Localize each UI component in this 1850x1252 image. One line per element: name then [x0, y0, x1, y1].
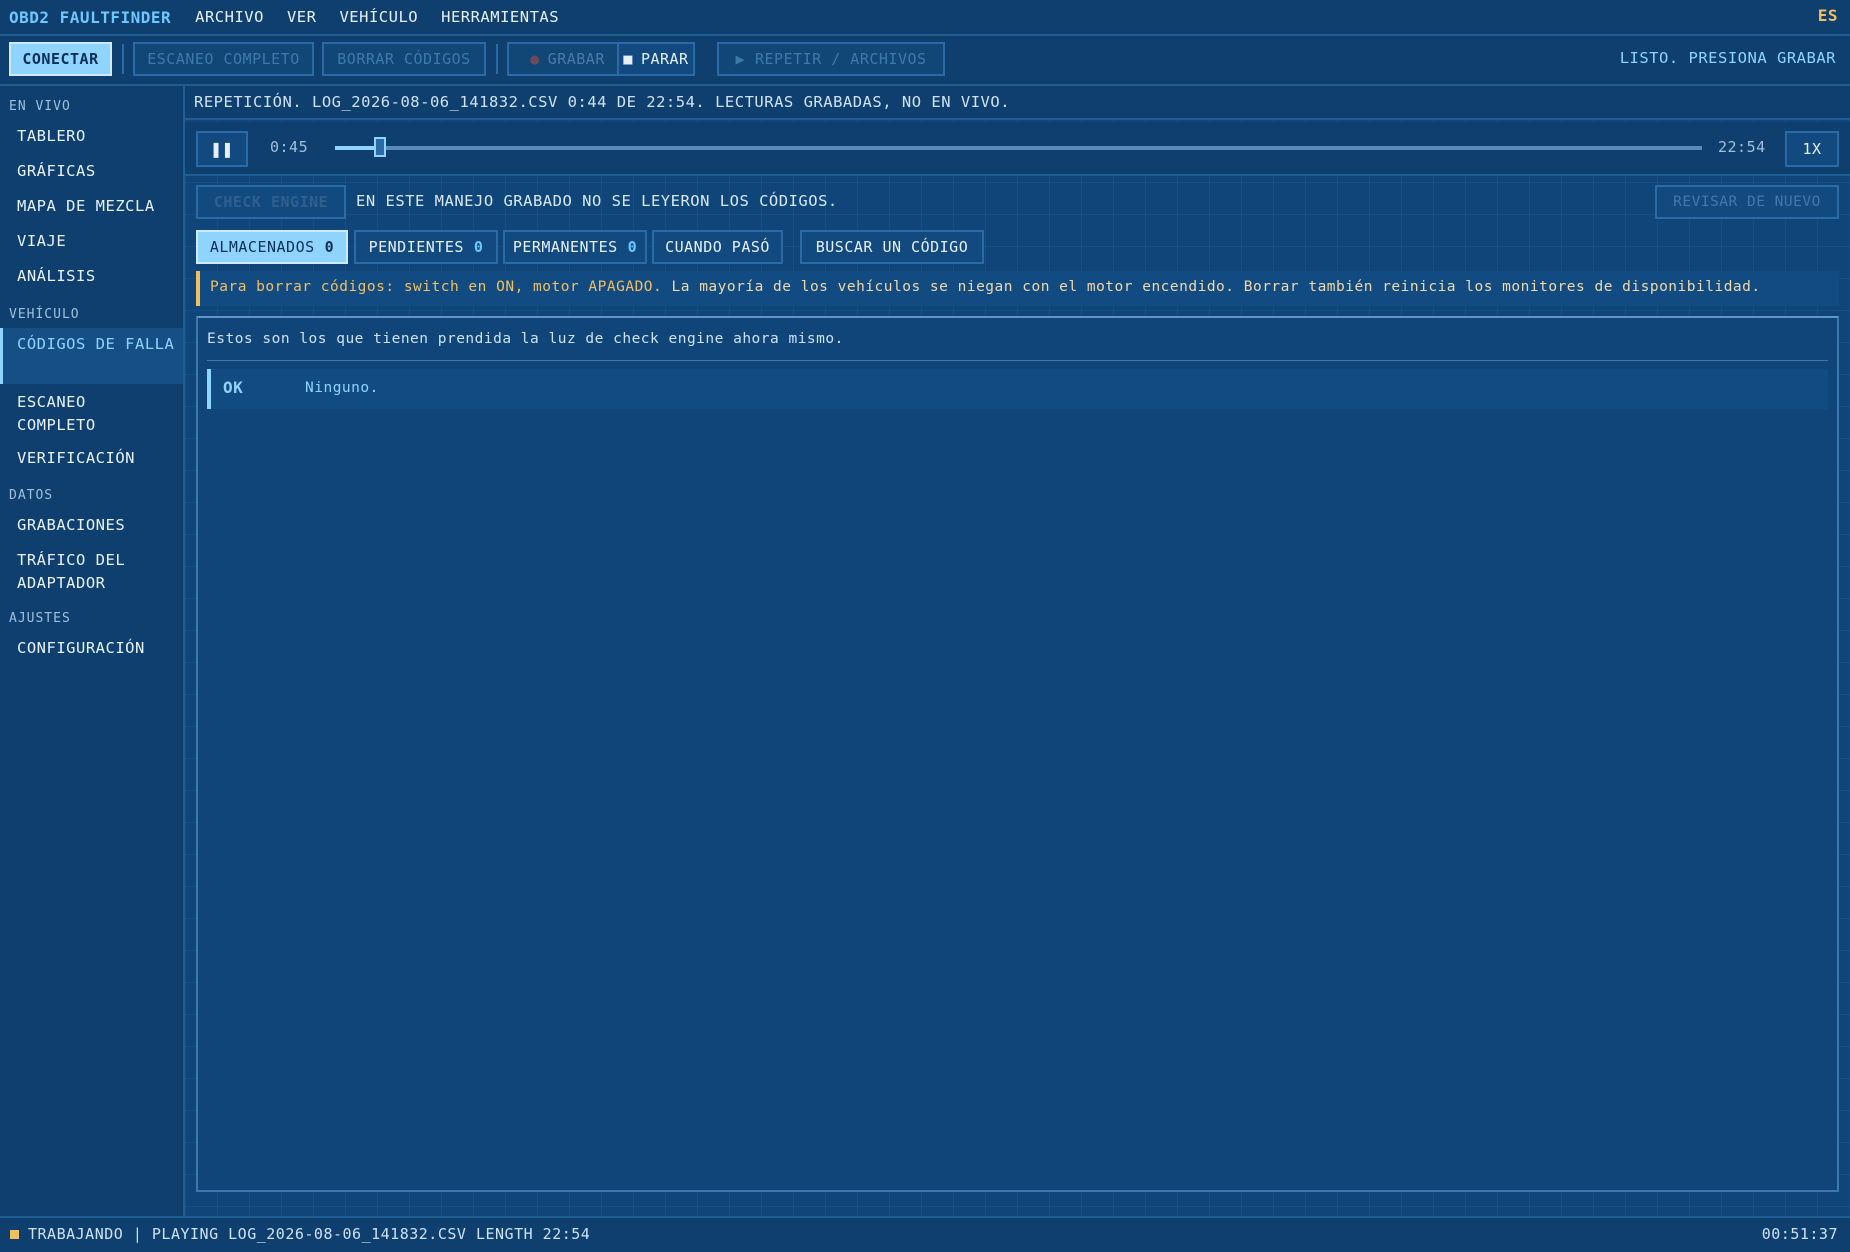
menu-vehiculo[interactable]: VEHÍCULO [339, 8, 418, 26]
status-text: TRABAJANDO | PLAYING LOG_2026-08-06_1418… [28, 1225, 591, 1243]
record-button[interactable]: ● GRABAR [507, 42, 628, 76]
tab-pendientes[interactable]: PENDIENTES 0 [354, 230, 498, 264]
sidebar: EN VIVO TABLERO GRÁFICAS MAPA DE MEZCLA … [0, 86, 185, 1216]
replay-player: ❚❚ 0:45 22:54 1X [185, 122, 1850, 176]
sidebar-section-en-vivo: EN VIVO [9, 99, 71, 114]
tab-count: 0 [473, 238, 484, 256]
menu-ver[interactable]: VER [287, 8, 317, 26]
pause-button[interactable]: ❚❚ [196, 131, 248, 167]
stop-button[interactable]: ■ PARAR [617, 42, 695, 76]
toolbar-divider [496, 44, 498, 74]
replay-files-button[interactable]: ▶ REPETIR / ARCHIVOS [717, 42, 945, 76]
menu-archivo[interactable]: ARCHIVO [195, 8, 264, 26]
sidebar-section-ajustes: AJUSTES [9, 611, 71, 626]
sidebar-item-trafico-del-adaptador[interactable]: TRÁFICO DEL ADAPTADOR [0, 549, 150, 595]
tab-count: 0 [324, 238, 335, 256]
warning-text: La mayoría de los vehículos se niegan co… [671, 279, 1761, 295]
replay-files-label: REPETIR / ARCHIVOS [754, 50, 927, 68]
sidebar-item-codigos-de-falla[interactable]: CÓDIGOS DE FALLA [0, 328, 183, 384]
menu-herramientas[interactable]: HERRAMIENTAS [441, 8, 559, 26]
recheck-button[interactable]: REVISAR DE NUEVO [1655, 185, 1839, 219]
clear-codes-button[interactable]: BORRAR CÓDIGOS [322, 42, 486, 76]
toolbar: CONECTAR ESCANEO COMPLETO BORRAR CÓDIGOS… [0, 36, 1850, 86]
warning-prefix: Para borrar códigos: switch en ON, motor… [210, 279, 663, 295]
toolbar-status: LISTO. PRESIONA GRABAR [1619, 49, 1836, 67]
tab-buscar-un-codigo[interactable]: BUSCAR UN CÓDIGO [800, 230, 984, 264]
sidebar-item-graficas[interactable]: GRÁFICAS [0, 160, 183, 183]
tab-permanentes[interactable]: PERMANENTES 0 [503, 230, 647, 264]
sidebar-item-escaneo-completo[interactable]: ESCANEO COMPLETO [0, 391, 140, 437]
connect-button[interactable]: CONECTAR [9, 42, 112, 76]
sidebar-item-grabaciones[interactable]: GRABACIONES [0, 514, 183, 537]
clear-codes-warning: Para borrar códigos: switch en ON, motor… [196, 271, 1839, 306]
sidebar-item-mapa-de-mezcla[interactable]: MAPA DE MEZCLA [0, 195, 183, 218]
stop-label: PARAR [640, 50, 689, 68]
tab-label: CUANDO PASÓ [665, 238, 770, 256]
tab-label: ALMACENADOS [209, 238, 315, 256]
replay-scrubber[interactable] [335, 137, 1702, 157]
check-engine-indicator: CHECK ENGINE [196, 185, 346, 219]
tab-label: PERMANENTES [512, 238, 618, 256]
tab-cuando-paso[interactable]: CUANDO PASÓ [652, 230, 783, 264]
panel-description: Estos son los que tienen prendida la luz… [207, 331, 844, 347]
dtc-result-row: OK Ninguno. [207, 369, 1828, 409]
menubar: OBD2 FAULTFINDER ARCHIVO VER VEHÍCULO HE… [0, 0, 1850, 36]
tab-label: BUSCAR UN CÓDIGO [815, 238, 969, 256]
scrubber-thumb[interactable] [374, 137, 386, 157]
sidebar-item-configuracion[interactable]: CONFIGURACIÓN [0, 637, 183, 660]
app-brand: OBD2 FAULTFINDER [9, 7, 172, 27]
playback-speed-button[interactable]: 1X [1785, 131, 1839, 167]
record-dot-icon: ● [530, 50, 540, 68]
replay-banner: REPETICIÓN. LOG_2026-08-06_141832.CSV 0:… [185, 86, 1850, 120]
main-content: REPETICIÓN. LOG_2026-08-06_141832.CSV 0:… [185, 86, 1850, 1216]
record-label: GRABAR [547, 50, 605, 68]
language-indicator[interactable]: ES [1818, 6, 1838, 25]
result-text: Ninguno. [305, 380, 379, 396]
sidebar-item-analisis[interactable]: ANÁLISIS [0, 265, 183, 288]
dtc-panel: Estos son los que tienen prendida la luz… [196, 316, 1839, 1192]
play-icon: ▶ [735, 50, 745, 68]
tab-count: 0 [627, 238, 638, 256]
tab-label: PENDIENTES [368, 238, 464, 256]
pause-icon: ❚❚ [210, 138, 234, 160]
sidebar-item-tablero[interactable]: TABLERO [0, 125, 183, 148]
statusbar: TRABAJANDO | PLAYING LOG_2026-08-06_1418… [0, 1216, 1850, 1252]
sidebar-item-verificacion[interactable]: VERIFICACIÓN [0, 447, 183, 470]
result-status: OK [223, 378, 244, 397]
sidebar-item-viaje[interactable]: VIAJE [0, 230, 183, 253]
toolbar-divider [122, 44, 124, 74]
tab-almacenados[interactable]: ALMACENADOS 0 [196, 230, 348, 264]
status-clock: 00:51:37 [1761, 1225, 1838, 1243]
panel-divider [207, 360, 1828, 361]
dtc-status-message: EN ESTE MANEJO GRABADO NO SE LEYERON LOS… [356, 192, 838, 210]
current-time: 0:45 [270, 138, 309, 156]
sidebar-section-datos: DATOS [9, 488, 54, 503]
app-window: OBD2 FAULTFINDER ARCHIVO VER VEHÍCULO HE… [0, 0, 1850, 1252]
full-scan-button[interactable]: ESCANEO COMPLETO [133, 42, 314, 76]
stop-square-icon: ■ [623, 50, 633, 68]
total-time: 22:54 [1718, 138, 1766, 156]
sidebar-section-vehiculo: VEHÍCULO [9, 307, 80, 322]
status-indicator-icon [10, 1230, 19, 1239]
